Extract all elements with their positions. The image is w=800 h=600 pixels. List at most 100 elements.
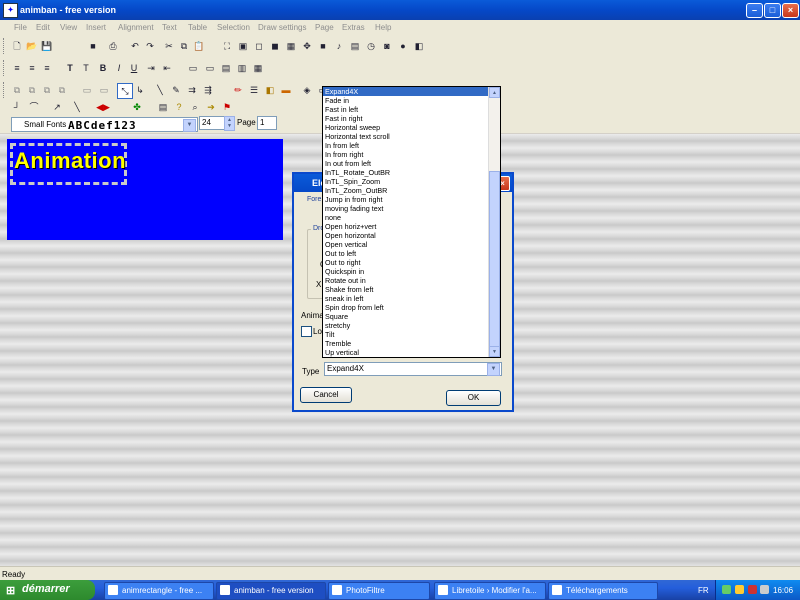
- music-icon[interactable]: ♪: [332, 39, 346, 53]
- save-icon[interactable]: 💾: [40, 39, 54, 53]
- merge-icon[interactable]: ⇉: [185, 83, 199, 97]
- type-option[interactable]: Jump in from right: [323, 195, 488, 204]
- volume-icon[interactable]: [760, 585, 769, 594]
- line-icon[interactable]: ╲: [153, 83, 167, 97]
- text-size-icon[interactable]: T: [63, 61, 77, 75]
- type-option[interactable]: In out from left: [323, 159, 488, 168]
- type-option[interactable]: Open vertical: [323, 240, 488, 249]
- type-option[interactable]: stretchy: [323, 321, 488, 330]
- type-option[interactable]: Square: [323, 312, 488, 321]
- type-option[interactable]: Tremble: [323, 339, 488, 348]
- menu-alignment[interactable]: Alignment: [118, 23, 154, 32]
- fit-icon[interactable]: ⛶: [220, 39, 234, 53]
- puzzle-icon[interactable]: ✤: [130, 100, 144, 114]
- toolbar-grip[interactable]: [3, 60, 7, 76]
- type-select[interactable]: Expand4X ▼: [324, 362, 502, 376]
- taskbar-button[interactable]: Téléchargements: [548, 582, 658, 600]
- scroll-up-icon[interactable]: ▲: [489, 87, 500, 98]
- type-option[interactable]: InTL_Spin_Zoom: [323, 177, 488, 186]
- align-right-icon[interactable]: ≡: [40, 61, 54, 75]
- grid-view-icon[interactable]: ▤: [156, 100, 170, 114]
- record-icon[interactable]: ●: [396, 39, 410, 53]
- type-option[interactable]: Up vertical: [323, 348, 488, 357]
- italic-icon[interactable]: I: [112, 61, 126, 75]
- redo-icon[interactable]: ↷: [143, 39, 157, 53]
- cursor-icon[interactable]: ↗: [50, 100, 64, 114]
- clock-icon[interactable]: ◷: [364, 39, 378, 53]
- type-option[interactable]: none: [323, 213, 488, 222]
- split-icon[interactable]: ⇶: [201, 83, 215, 97]
- pen-icon[interactable]: ✏: [231, 83, 245, 97]
- dropdown-scrollbar[interactable]: ▲ ▼: [488, 87, 500, 357]
- type-option[interactable]: Horizontal text scroll: [323, 132, 488, 141]
- menu-text[interactable]: Text: [162, 23, 177, 32]
- type-option[interactable]: Open horizontal: [323, 231, 488, 240]
- print-icon[interactable]: ⎙: [106, 39, 120, 53]
- table-row-icon[interactable]: ▤: [219, 61, 233, 75]
- camera-icon[interactable]: ◙: [380, 39, 394, 53]
- new-icon[interactable]: 🗋: [10, 39, 24, 53]
- copy-icon[interactable]: ⧉: [177, 39, 191, 53]
- lock-checkbox[interactable]: [301, 326, 312, 337]
- type-option[interactable]: Expand4X: [323, 87, 488, 96]
- toolbar-grip[interactable]: [3, 82, 7, 98]
- menu-extras[interactable]: Extras: [342, 23, 365, 32]
- scroll-thumb[interactable]: [489, 171, 500, 347]
- maximize-icon[interactable]: □: [764, 3, 781, 18]
- tab-foreground[interactable]: Fore: [307, 196, 321, 203]
- type-option[interactable]: Shake from left: [323, 285, 488, 294]
- language-indicator[interactable]: FR: [698, 586, 709, 595]
- type-option[interactable]: Fast in left: [323, 105, 488, 114]
- cut-icon[interactable]: ✂: [162, 39, 176, 53]
- undo-icon[interactable]: ↶: [128, 39, 142, 53]
- next-icon[interactable]: ➔: [204, 100, 218, 114]
- scroll-down-icon[interactable]: ▼: [489, 346, 500, 357]
- resize-icon[interactable]: ⤡: [117, 83, 133, 99]
- line-weight-icon[interactable]: ☰: [247, 83, 261, 97]
- shape-icon[interactable]: ◧: [412, 39, 426, 53]
- type-option[interactable]: Horizontal sweep: [323, 123, 488, 132]
- left-arrow-icon[interactable]: ┘: [10, 100, 24, 114]
- layers-icon[interactable]: ▤: [348, 39, 362, 53]
- app-icon[interactable]: ✦: [3, 3, 18, 18]
- move-icon[interactable]: ✥: [300, 39, 314, 53]
- minimize-icon[interactable]: –: [746, 3, 763, 18]
- select-all-icon[interactable]: ▣: [236, 39, 250, 53]
- magic-icon[interactable]: ✎: [169, 83, 183, 97]
- frame-icon[interactable]: ◻: [252, 39, 266, 53]
- back-icon[interactable]: ⧉: [25, 83, 39, 97]
- prev-icon[interactable]: ◀▶: [96, 100, 110, 114]
- indent-icon[interactable]: ⇥: [144, 61, 158, 75]
- group-icon[interactable]: ⧉: [40, 83, 54, 97]
- taskbar-button[interactable]: Libretoile › Modifier l'a...: [434, 582, 546, 600]
- frame-yellow-icon[interactable]: ◼: [268, 39, 282, 53]
- taskbar-button[interactable]: PhotoFiltre: [328, 582, 430, 600]
- type-option[interactable]: sneak in left: [323, 294, 488, 303]
- type-option[interactable]: InTL_Zoom_OutBR: [323, 186, 488, 195]
- start-button[interactable]: ⊞ démarrer: [0, 580, 95, 600]
- font-size-spinner[interactable]: ▲ ▼: [224, 116, 235, 131]
- export-icon[interactable]: ■: [86, 39, 100, 53]
- table-insert-icon[interactable]: ▭: [186, 61, 200, 75]
- type-option[interactable]: Out to left: [323, 249, 488, 258]
- type-option[interactable]: Spin drop from left: [323, 303, 488, 312]
- close-icon[interactable]: ×: [782, 3, 799, 18]
- font-size-field[interactable]: 24: [199, 116, 225, 130]
- network-icon[interactable]: [722, 585, 731, 594]
- paste-icon[interactable]: 📋: [192, 39, 206, 53]
- open-icon[interactable]: 📂: [25, 39, 39, 53]
- menu-selection[interactable]: Selection: [217, 23, 250, 32]
- type-option[interactable]: Fast in right: [323, 114, 488, 123]
- cancel-button[interactable]: Cancel: [300, 387, 352, 403]
- antivirus-icon[interactable]: [748, 585, 757, 594]
- help-icon[interactable]: ?: [172, 100, 186, 114]
- type-option[interactable]: Tilt: [323, 330, 488, 339]
- table-merge-icon[interactable]: ▦: [251, 61, 265, 75]
- palette-icon[interactable]: ▬: [279, 83, 293, 97]
- lock-icon[interactable]: ▭: [80, 83, 94, 97]
- type-option[interactable]: Rotate out in: [323, 276, 488, 285]
- zoom-icon[interactable]: ⌕: [188, 100, 202, 114]
- ok-button[interactable]: OK: [446, 390, 501, 406]
- grid-icon[interactable]: ▦: [284, 39, 298, 53]
- diagonal-icon[interactable]: ╲: [70, 100, 84, 114]
